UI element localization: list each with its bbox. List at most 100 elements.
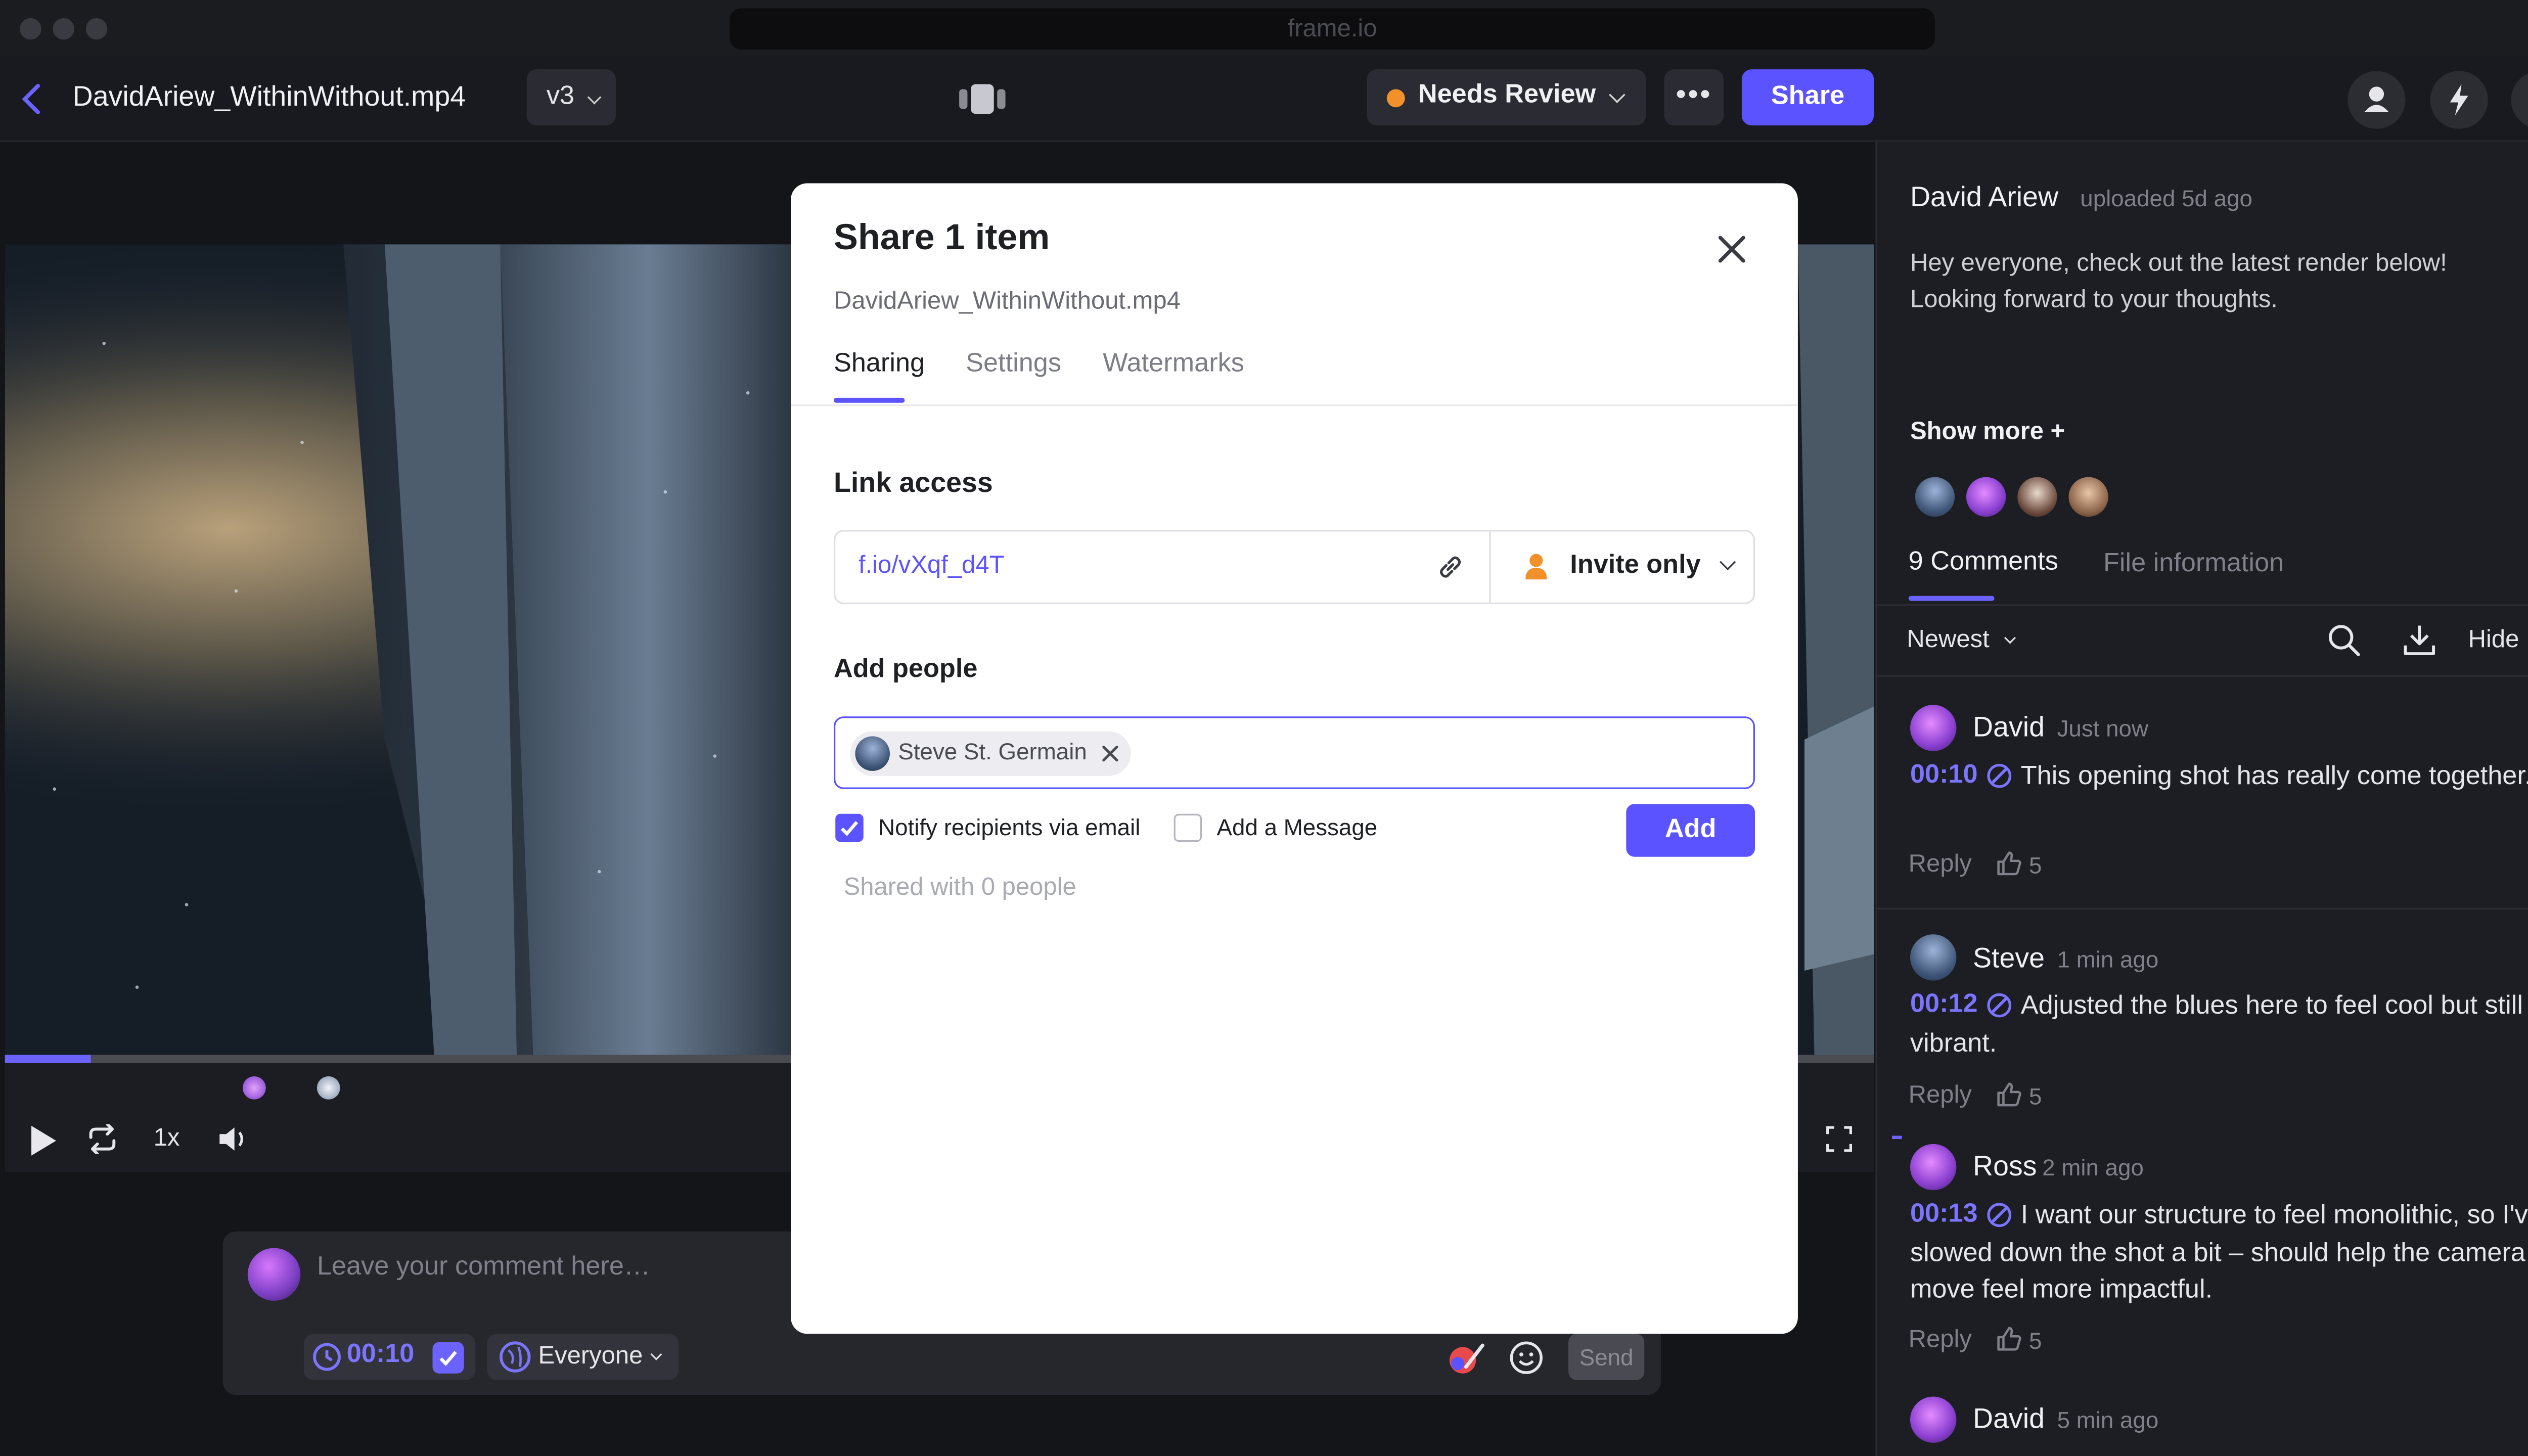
reply-link[interactable]: Reply [1909, 1326, 1972, 1354]
window-minimize-dot[interactable] [53, 18, 74, 40]
close-icon[interactable] [1716, 233, 1748, 265]
back-arrow-icon[interactable] [17, 79, 47, 119]
comment-time: 2 min ago [2042, 1154, 2144, 1180]
tab-comments[interactable]: 9 Comments [1909, 548, 2058, 578]
comment-time: Just now [2057, 714, 2148, 742]
comment-author[interactable]: Steve [1973, 942, 2045, 975]
access-level-dropdown[interactable]: Invite only [1491, 531, 1755, 602]
avatar[interactable] [2014, 474, 2061, 520]
draw-annotation-icon[interactable] [1446, 1340, 1485, 1377]
version-label: v3 [546, 82, 575, 111]
show-more-link[interactable]: Show more + [1910, 418, 2065, 446]
version-dropdown[interactable]: v3 [526, 69, 616, 126]
window-zoom-dot[interactable] [85, 18, 108, 40]
tab-settings[interactable]: Settings [966, 350, 1061, 380]
user-icon [2364, 86, 2389, 113]
link-access-heading: Link access [833, 467, 993, 499]
view-mode-icon[interactable] [958, 82, 1007, 115]
annotation-icon [1987, 763, 2012, 788]
like-count: 5 [2029, 1327, 2042, 1354]
comment-marker[interactable] [317, 1076, 340, 1100]
avatar[interactable] [1963, 474, 2009, 520]
avatar [855, 736, 890, 771]
hide-completed-toggle[interactable]: Hide [2468, 626, 2519, 654]
tab-watermarks[interactable]: Watermarks [1103, 350, 1244, 380]
share-button[interactable]: Share [1741, 69, 1874, 126]
dialog-title: Share 1 item [833, 216, 1050, 258]
copy-link-icon[interactable] [1436, 553, 1465, 581]
sort-dropdown[interactable]: Newest [1907, 626, 2016, 654]
visibility-dropdown[interactable]: Everyone [487, 1334, 679, 1380]
download-icon[interactable] [2402, 622, 2437, 657]
address-bar[interactable]: frame.io [730, 8, 1935, 50]
comment-author[interactable]: Ross [1973, 1151, 2037, 1184]
active-tab-indicator [833, 397, 905, 403]
access-level-label: Invite only [1570, 551, 1701, 580]
shared-with-count: Shared with 0 people [843, 873, 1076, 901]
lightning-icon [2450, 84, 2468, 116]
play-icon[interactable] [31, 1125, 57, 1156]
tab-file-information[interactable]: File information [2103, 550, 2284, 579]
volume-icon[interactable] [218, 1124, 248, 1154]
add-message-checkbox[interactable] [1173, 813, 1202, 842]
avatar[interactable] [1910, 1396, 1957, 1443]
fullscreen-icon[interactable] [1826, 1126, 1853, 1152]
avatar[interactable] [1910, 934, 1957, 981]
share-link[interactable]: f.io/vXqf_d4T [859, 552, 1005, 580]
status-dot [1386, 89, 1405, 108]
like-count: 5 [2029, 1083, 2042, 1110]
search-icon[interactable] [2328, 624, 2361, 657]
comment-text: This opening shot has really come togeth… [2020, 762, 2528, 791]
timecode-toggle[interactable]: 00:10 [303, 1334, 476, 1380]
divider [1875, 907, 2528, 910]
loop-icon[interactable] [86, 1124, 119, 1154]
hide-label: Hide [2468, 625, 2519, 654]
visibility-label: Everyone [538, 1342, 643, 1371]
account-button[interactable] [2348, 71, 2406, 129]
thumbs-up-icon[interactable] [1996, 1081, 2022, 1108]
like-count: 5 [2029, 851, 2042, 879]
add-people-input[interactable]: Steve St. Germain [833, 716, 1755, 789]
reply-link[interactable]: Reply [1909, 1081, 1972, 1110]
add-button[interactable]: Add [1626, 804, 1755, 857]
emoji-icon[interactable] [1509, 1340, 1544, 1375]
user-icon [1525, 554, 1547, 580]
active-tab-indicator [1908, 596, 1995, 601]
tab-sharing[interactable]: Sharing [834, 350, 925, 380]
uploader-name[interactable]: David Ariew [1910, 181, 2058, 214]
comment-text: Adjusted the blues here to feel cool but… [1910, 992, 2523, 1058]
comment-author[interactable]: David [1973, 711, 2045, 744]
thumbs-up-icon[interactable] [1996, 1326, 2022, 1352]
avatar[interactable] [2065, 474, 2112, 520]
upload-time: uploaded 5d ago [2080, 185, 2252, 211]
avatar[interactable] [1910, 705, 1957, 751]
send-button[interactable]: Send [1568, 1334, 1645, 1380]
reply-link[interactable]: Reply [1909, 850, 1972, 879]
notify-checkbox[interactable] [835, 813, 864, 842]
activity-button[interactable] [2430, 71, 2488, 129]
avatar[interactable] [1912, 474, 1958, 520]
file-title: DavidAriew_WithinWithout.mp4 [72, 80, 466, 113]
avatar[interactable] [1910, 1144, 1957, 1191]
globe-icon [500, 1341, 531, 1373]
comment-input[interactable]: Leave your comment here… [317, 1253, 650, 1283]
window-close-dot[interactable] [20, 18, 41, 40]
scrubber-progress [5, 1055, 91, 1063]
help-button[interactable]: ? [2511, 71, 2528, 129]
chevron-down-icon [1609, 86, 1626, 103]
add-message-label[interactable]: Add a Message [1217, 814, 1378, 840]
share-dialog: Share 1 item DavidAriew_WithinWithout.mp… [791, 183, 1798, 1334]
browser-chrome: frame.io [0, 0, 2528, 57]
comment-time: 1 min ago [2057, 946, 2159, 973]
remove-recipient-icon[interactable] [1101, 745, 1119, 763]
comment-marker[interactable] [242, 1076, 266, 1100]
notify-label[interactable]: Notify recipients via email [878, 814, 1140, 840]
thread-indicator [1892, 1135, 1902, 1140]
status-dropdown[interactable]: Needs Review [1367, 69, 1646, 126]
comment-author[interactable]: David [1973, 1403, 2045, 1436]
more-options-button[interactable]: ••• [1664, 69, 1724, 126]
playback-speed[interactable]: 1x [154, 1124, 180, 1153]
thumbs-up-icon[interactable] [1996, 850, 2022, 877]
comment-timecode[interactable]: 00:10 [1910, 761, 1978, 791]
timecode-label: 00:10 [346, 1340, 415, 1369]
